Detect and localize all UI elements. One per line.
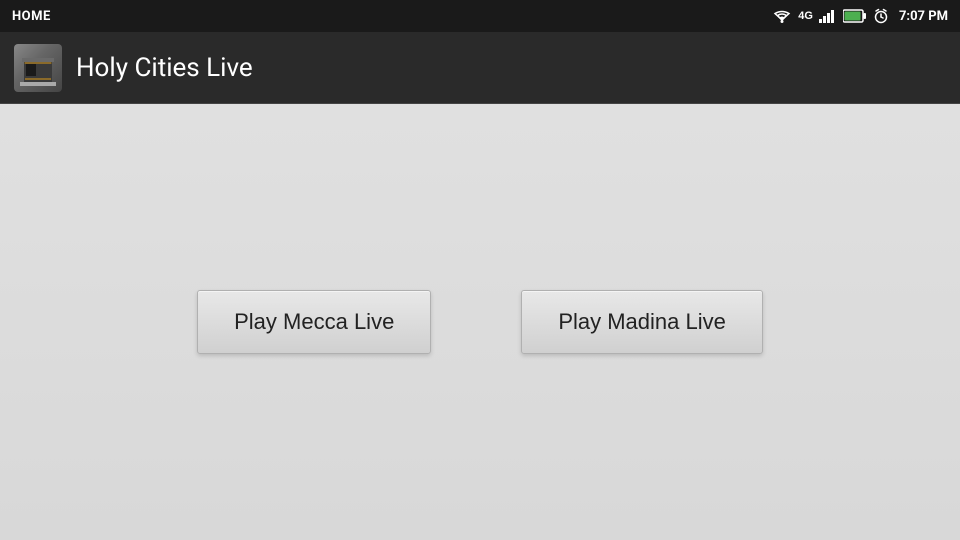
- play-madina-button[interactable]: Play Madina Live: [521, 290, 763, 354]
- app-bar: Holy Cities Live: [0, 32, 960, 104]
- signal-icon: [819, 9, 837, 24]
- kaaba-image: [14, 44, 62, 92]
- play-mecca-button[interactable]: Play Mecca Live: [197, 290, 431, 354]
- battery-icon: [843, 9, 867, 24]
- alarm-icon: [873, 8, 889, 24]
- status-icons: 4G: [772, 8, 948, 24]
- status-time: 7:07 PM: [899, 9, 948, 24]
- app-icon: [14, 44, 62, 92]
- home-label: HOME: [12, 9, 51, 24]
- wifi-icon: [772, 9, 792, 24]
- network-type-icon: 4G: [798, 10, 813, 22]
- main-content: Play Mecca Live Play Madina Live: [0, 104, 960, 540]
- status-bar: HOME 4G: [0, 0, 960, 32]
- app-bar-title: Holy Cities Live: [76, 53, 253, 83]
